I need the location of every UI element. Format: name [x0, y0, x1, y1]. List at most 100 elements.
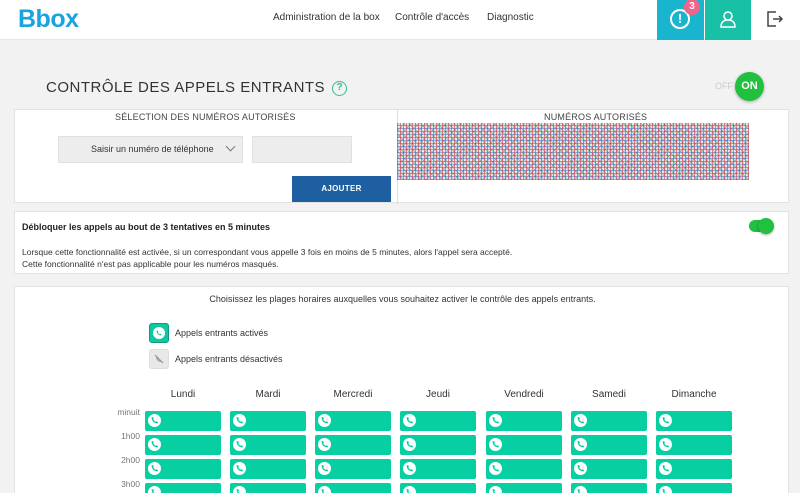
schedule-slot[interactable] [400, 483, 476, 493]
unlock-toggle-knob [758, 218, 774, 234]
top-bar: Bbox Administration de la box Contrôle d… [0, 0, 800, 40]
schedule-slot[interactable] [145, 435, 221, 455]
schedule-slot[interactable] [315, 411, 391, 431]
schedule-slot[interactable] [486, 411, 562, 431]
phone-icon [659, 438, 672, 451]
logout-button[interactable] [751, 0, 800, 40]
day-header-3[interactable]: Jeudi [400, 389, 476, 400]
schedule-slot[interactable] [486, 435, 562, 455]
phone-icon [403, 486, 416, 493]
phone-icon [148, 414, 161, 427]
phone-icon [574, 414, 587, 427]
help-icon[interactable]: ? [332, 81, 347, 96]
logout-icon [767, 11, 784, 27]
schedule-slot[interactable] [145, 483, 221, 493]
schedule-slot[interactable] [656, 435, 732, 455]
schedule-slot[interactable] [230, 411, 306, 431]
notification-badge: 3 [684, 0, 700, 15]
schedule-slot[interactable] [486, 459, 562, 479]
schedule-slot[interactable] [571, 411, 647, 431]
phone-icon [574, 486, 587, 493]
day-header-6[interactable]: Dimanche [656, 389, 732, 400]
phone-icon [659, 486, 672, 493]
toggle-on-knob[interactable]: ON [735, 72, 764, 101]
nav-administration[interactable]: Administration de la box [273, 12, 380, 23]
schedule-slot[interactable] [315, 435, 391, 455]
day-header-2[interactable]: Mercredi [315, 389, 391, 400]
schedule-slot[interactable] [230, 435, 306, 455]
phone-icon [318, 462, 331, 475]
phone-icon [318, 414, 331, 427]
unlock-calls-card: Débloquer les appels au bout de 3 tentat… [14, 211, 789, 274]
phone-icon [318, 486, 331, 493]
schedule-slot[interactable] [486, 483, 562, 493]
phone-icon [233, 486, 246, 493]
notifications-button[interactable]: ! 3 [657, 0, 704, 40]
phone-icon [489, 414, 502, 427]
authorized-numbers-list [397, 123, 749, 180]
phone-icon [659, 462, 672, 475]
phone-icon [149, 323, 169, 343]
unlock-description-2: Cette fonctionnalité n'est pas applicabl… [22, 259, 279, 269]
toggle-off-label: OFF [715, 81, 733, 91]
bbox-logo[interactable]: Bbox [18, 5, 79, 34]
add-button[interactable]: AJOUTER [292, 176, 391, 202]
schedule-slot[interactable] [400, 411, 476, 431]
main-toggle[interactable]: OFF ON [709, 72, 767, 101]
phone-select[interactable]: Saisir un numéro de téléphone [58, 136, 243, 163]
selection-header: SÉLECTION DES NUMÉROS AUTORISÉS [115, 112, 296, 122]
day-header-5[interactable]: Samedi [571, 389, 647, 400]
schedule-slot[interactable] [656, 483, 732, 493]
unlock-toggle[interactable] [749, 218, 774, 234]
hour-label-1: 1h00 [121, 431, 140, 441]
schedule-slot[interactable] [230, 459, 306, 479]
phone-icon [403, 414, 416, 427]
page-title: CONTRÔLE DES APPELS ENTRANTS [46, 79, 326, 96]
schedule-slot[interactable] [571, 435, 647, 455]
phone-icon [148, 462, 161, 475]
phone-icon [148, 486, 161, 493]
phone-icon [318, 438, 331, 451]
phone-icon [233, 438, 246, 451]
phone-icon [489, 438, 502, 451]
day-header-4[interactable]: Vendredi [486, 389, 562, 400]
legend-disabled-label: Appels entrants désactivés [175, 354, 283, 364]
unlock-title: Débloquer les appels au bout de 3 tentat… [22, 222, 271, 232]
day-header-0[interactable]: Lundi [145, 389, 221, 400]
phone-icon [489, 462, 502, 475]
hour-label-2: 2h00 [121, 455, 140, 465]
hour-label-3: 3h00 [121, 479, 140, 489]
schedule-slot[interactable] [400, 435, 476, 455]
schedule-slot[interactable] [315, 483, 391, 493]
schedule-slot[interactable] [230, 483, 306, 493]
phone-icon [574, 462, 587, 475]
hour-label-0: minuit [117, 407, 140, 417]
schedule-slot[interactable] [145, 411, 221, 431]
phone-icon [403, 438, 416, 451]
phone-number-input[interactable] [252, 136, 352, 163]
phone-icon [233, 414, 246, 427]
schedule-slot[interactable] [315, 459, 391, 479]
phone-disabled-icon [149, 349, 169, 369]
nav-diagnostic[interactable]: Diagnostic [487, 12, 534, 23]
phone-icon [574, 438, 587, 451]
account-button[interactable] [705, 0, 751, 40]
phone-icon [148, 438, 161, 451]
schedule-slot[interactable] [656, 411, 732, 431]
authorized-numbers-card: SÉLECTION DES NUMÉROS AUTORISÉS Saisir u… [14, 109, 789, 204]
schedule-card: Choisissez les plages horaires auxquelle… [14, 286, 789, 493]
schedule-slot[interactable] [656, 459, 732, 479]
phone-icon [489, 486, 502, 493]
schedule-slot[interactable] [571, 483, 647, 493]
schedule-slot[interactable] [400, 459, 476, 479]
phone-icon [659, 414, 672, 427]
user-icon [720, 11, 736, 28]
phone-icon [233, 462, 246, 475]
schedule-slot[interactable] [145, 459, 221, 479]
day-header-1[interactable]: Mardi [230, 389, 306, 400]
unlock-description-1: Lorsque cette fonctionnalité est activée… [22, 247, 513, 257]
schedule-slot[interactable] [571, 459, 647, 479]
nav-access-control[interactable]: Contrôle d'accès [395, 12, 469, 23]
authorized-header: NUMÉROS AUTORISÉS [544, 112, 648, 122]
chevron-down-icon [225, 141, 236, 152]
